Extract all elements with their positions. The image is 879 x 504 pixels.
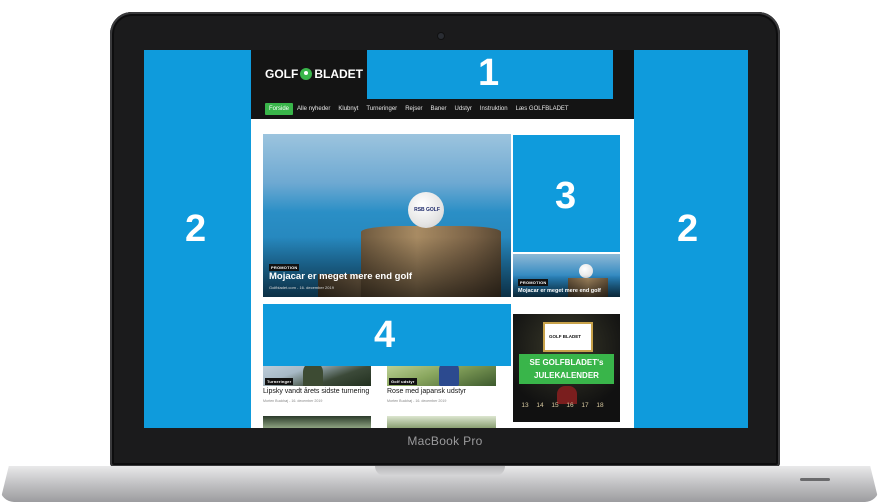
card-meta: Morten Buckhøj - 16. december 2019 <box>263 399 323 403</box>
side-article[interactable]: PROMOTION Mojacar er meget mere end golf <box>513 254 620 297</box>
camera-icon <box>438 33 444 39</box>
nav-item-laes-golfbladet[interactable]: Læs GOLFBLADET <box>512 103 573 115</box>
calendar-number: 16 <box>566 402 574 409</box>
zone-1: 1 <box>367 50 613 99</box>
logo-text-left: GOLF <box>265 67 299 81</box>
device-label: MacBook Pro <box>407 434 483 448</box>
nav-item-turneringer[interactable]: Turneringer <box>362 103 401 115</box>
card-badge[interactable]: Golf udstyr <box>389 378 417 385</box>
ad-picture-frame: GOLF BLADET <box>543 322 593 352</box>
side-badge[interactable]: PROMOTION <box>518 279 549 286</box>
zone-number: 2 <box>185 208 207 250</box>
zone-3: 3 <box>513 135 620 252</box>
nav-item-baner[interactable]: Baner <box>427 103 451 115</box>
nav-item-instruktion[interactable]: Instruktion <box>476 103 512 115</box>
hero-meta: Golfbladet.com - 16. december 2019 <box>269 285 334 290</box>
ball-brand-text: RSB GOLF <box>414 207 440 213</box>
ad-frame-text: GOLF BLADET <box>549 334 581 339</box>
julekalender-ad[interactable]: GOLF BLADET SE GOLFBLADET's JULEKALENDER… <box>513 314 620 422</box>
zone-2-left: 2 <box>144 50 251 428</box>
logo-text-right: BLADET <box>314 67 363 81</box>
nav-item-rejser[interactable]: Rejser <box>401 103 426 115</box>
site-logo[interactable]: GOLF BLADET <box>265 67 363 81</box>
side-title[interactable]: Mojacar er meget mere end golf <box>518 288 601 294</box>
nav-item-klubnyt[interactable]: Klubnyt <box>334 103 362 115</box>
card-title[interactable]: Rose med japansk udstyr <box>387 388 466 395</box>
hero-article[interactable]: RSB GOLF PROMOTION Mojacar er meget mere… <box>263 134 511 297</box>
card-image[interactable] <box>387 416 496 428</box>
card-badge[interactable]: Turneringer <box>265 378 294 385</box>
calendar-number: 14 <box>536 402 544 409</box>
card-image[interactable] <box>263 416 371 428</box>
calendar-number: 15 <box>551 402 559 409</box>
card-meta: Morten Buckhøj - 16. december 2019 <box>387 399 447 403</box>
hero-badge[interactable]: PROMOTION <box>269 264 300 271</box>
golf-ball-icon <box>300 68 313 80</box>
zone-number: 3 <box>555 175 577 217</box>
zone-2-right: 2 <box>634 50 748 428</box>
nav-item-alle-nyheder[interactable]: Alle nyheder <box>293 103 334 115</box>
zone-number: 1 <box>478 52 500 94</box>
golf-ball-image: RSB GOLF <box>408 192 444 228</box>
website: GOLF BLADET Forside Alle nyheder Klubnyt… <box>251 50 634 428</box>
laptop-vent <box>800 478 830 481</box>
zone-number: 2 <box>677 208 699 250</box>
laptop-screen: GOLF BLADET Forside Alle nyheder Klubnyt… <box>144 50 748 428</box>
calendar-number: 17 <box>581 402 589 409</box>
zone-4: 4 <box>263 304 511 366</box>
card-title[interactable]: Lipsky vandt årets sidste turnering <box>263 388 369 395</box>
ad-line-2: JULEKALENDER <box>534 371 599 380</box>
main-nav: Forside Alle nyheder Klubnyt Turneringer… <box>251 99 634 119</box>
calendar-number: 18 <box>596 402 604 409</box>
nav-item-udstyr[interactable]: Udstyr <box>451 103 476 115</box>
ad-line-1: SE GOLFBLADET's <box>529 358 604 367</box>
ad-calendar-numbers: 13 14 15 16 17 18 <box>519 402 619 409</box>
zone-number: 4 <box>374 314 396 356</box>
laptop-notch <box>375 466 505 476</box>
hero-title[interactable]: Mojacar er meget mere end golf <box>269 271 412 282</box>
ad-banner: SE GOLFBLADET's JULEKALENDER <box>519 354 614 384</box>
nav-item-forside[interactable]: Forside <box>265 103 294 115</box>
calendar-number: 13 <box>521 402 529 409</box>
